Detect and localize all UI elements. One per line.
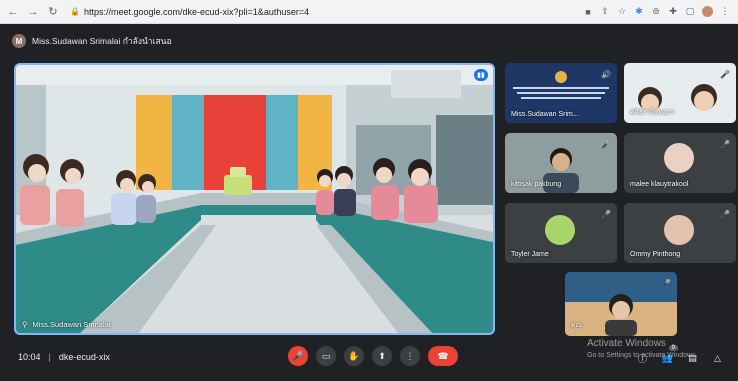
tile-name: malee klauytrakool	[630, 181, 689, 188]
call-controls: 🎤 ▭ ✋ ⬆ ⋮ ☎	[288, 346, 458, 366]
back-arrow-icon[interactable]: ←	[6, 5, 20, 19]
meeting-room-video	[16, 65, 493, 333]
participant-avatar	[664, 143, 694, 173]
camera-button[interactable]: ▭	[316, 346, 336, 366]
meeting-info: 10:04 | dke-ecud-xix	[18, 352, 110, 362]
participant-avatar	[545, 215, 575, 245]
tile-name: ศศิธร ต้นทองฯ	[630, 109, 675, 116]
camera-icon[interactable]: ■	[583, 7, 593, 17]
self-view-tile[interactable]: 🎤 คุณ	[565, 272, 677, 336]
tile-name: Miss.Sudawan Srim...	[511, 111, 579, 118]
meeting-code: dke-ecud-xix	[58, 352, 110, 362]
presenter-banner: M Miss.Sudawan Srimalai กำลังนำเสนอ	[12, 31, 172, 51]
share-icon[interactable]: ⇪	[600, 6, 610, 17]
mic-off-icon: 🎤	[601, 139, 611, 149]
participant-tile[interactable]: 🎤 ศศิธร ต้นทองฯ	[624, 63, 736, 123]
menu-dots-icon[interactable]: ⋮	[720, 6, 730, 17]
speaking-indicator-icon: ▮▮	[474, 69, 488, 81]
participant-avatar	[664, 215, 694, 245]
activities-icon[interactable]: △	[711, 352, 724, 365]
extension-bar: ■ ⇪ ☆ ✱ ⊜ ✚ ▢ ⋮	[583, 6, 732, 17]
main-tile-name: Miss.Sudawan Srimalai	[32, 320, 111, 329]
tile-name: kittisak pakbung	[511, 181, 562, 188]
mic-off-icon: 🎤	[601, 209, 611, 219]
participant-tile[interactable]: 🎤 malee klauytrakool	[624, 133, 736, 193]
mic-off-icon: 🎤	[720, 209, 730, 219]
sidebar-icon[interactable]: ▢	[685, 6, 695, 17]
participant-tile-presentation[interactable]: 🔊 Miss.Sudawan Srim...	[505, 63, 617, 123]
mic-off-button[interactable]: 🎤	[288, 346, 308, 366]
meeting-time: 10:04	[18, 352, 41, 362]
watermark-title: Activate Windows	[587, 338, 666, 349]
speaker-icon: 🔊	[601, 69, 611, 79]
more-options-button[interactable]: ⋮	[400, 346, 420, 366]
browser-toolbar: ← → ↻ 🔒 https://meet.google.com/dke-ecud…	[0, 0, 738, 24]
participant-tile[interactable]: 🎤 Toyler Jame	[505, 203, 617, 263]
participant-tile[interactable]: 🎤 kittisak pakbung	[505, 133, 617, 193]
raise-hand-button[interactable]: ✋	[344, 346, 364, 366]
forward-arrow-icon[interactable]: →	[26, 5, 40, 19]
lock-icon: 🔒	[70, 7, 80, 16]
profile-avatar[interactable]	[702, 6, 713, 17]
activate-windows-watermark: Activate Windows Go to Settings to activ…	[587, 338, 698, 362]
presenter-avatar: M	[12, 34, 26, 48]
tile-name: Toyler Jame	[511, 251, 549, 258]
separator: |	[48, 352, 51, 362]
pin-icon: ⚲	[22, 320, 28, 329]
tile-name: Ommy Pinthong	[630, 251, 681, 258]
end-call-button[interactable]: ☎	[428, 346, 458, 366]
puzzle-icon[interactable]: ✚	[668, 6, 678, 17]
reload-icon[interactable]: ↻	[46, 5, 60, 19]
tile-name: คุณ	[571, 322, 583, 329]
watermark-subtitle: Go to Settings to activate Windows.	[587, 352, 698, 359]
presenter-label: Miss.Sudawan Srimalai กำลังนำเสนอ	[32, 36, 172, 46]
star-icon[interactable]: ☆	[617, 6, 627, 17]
main-tile-label: ⚲ Miss.Sudawan Srimalai	[22, 320, 110, 329]
translate-icon[interactable]: ⊜	[651, 6, 661, 17]
present-button[interactable]: ⬆	[372, 346, 392, 366]
participant-tile[interactable]: 🎤 Ommy Pinthong	[624, 203, 736, 263]
url-text: https://meet.google.com/dke-ecud-xix?pli…	[83, 6, 310, 17]
mic-off-icon: 🎤	[661, 278, 671, 288]
extension-icon[interactable]: ✱	[634, 6, 644, 17]
mic-off-icon: 🎤	[720, 69, 730, 79]
address-bar[interactable]: 🔒 https://meet.google.com/dke-ecud-xix?p…	[66, 4, 577, 20]
mic-off-icon: 🎤	[720, 139, 730, 149]
main-video-tile[interactable]: ▮▮ ⚲ Miss.Sudawan Srimalai	[14, 63, 495, 335]
